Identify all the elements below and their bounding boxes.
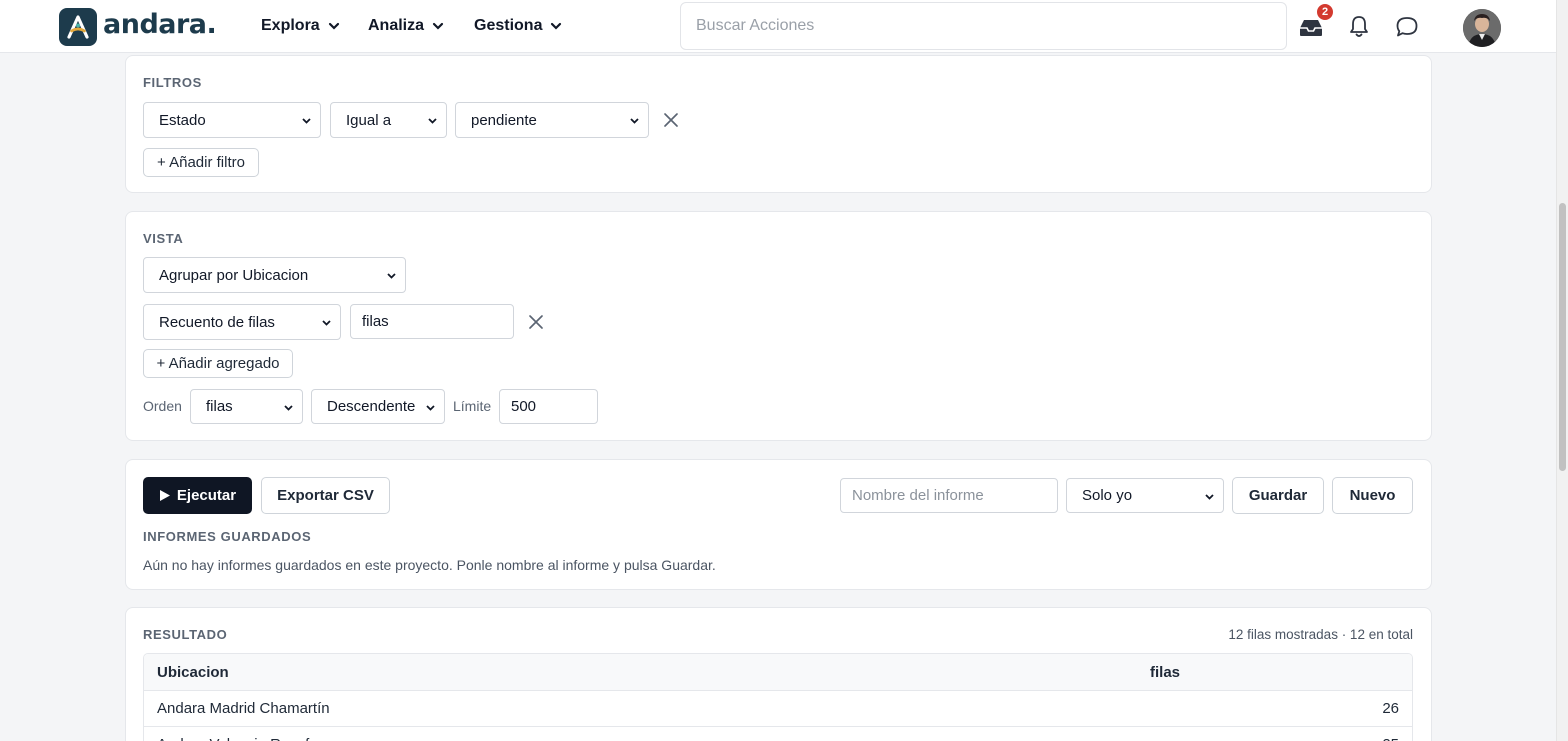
chevron-down-icon (328, 22, 339, 30)
aggregate-alias-input[interactable]: filas (350, 304, 514, 339)
nav-gestiona[interactable]: Gestiona (474, 17, 562, 35)
aggregate-select[interactable]: Recuento de filas (143, 304, 341, 340)
report-name-input[interactable]: Nombre del informe (840, 478, 1058, 513)
chevron-down-icon (432, 22, 444, 30)
page-scrollbar-thumb[interactable] (1559, 203, 1566, 471)
order-label: Orden (143, 398, 182, 414)
chevron-down-icon (322, 320, 331, 326)
nav-analiza-label: Analiza (368, 17, 425, 34)
chat-icon[interactable] (1393, 13, 1421, 41)
aggregate-alias-value: filas (362, 313, 389, 330)
inbox-count-badge: 2 (1316, 3, 1334, 21)
result-title: RESULTADO (143, 627, 228, 642)
chevron-down-icon (1205, 494, 1214, 500)
nav-analiza[interactable]: Analiza (368, 17, 444, 35)
cell-ubicacion: Andara Madrid Chamartín (157, 700, 330, 717)
nav-gestiona-label: Gestiona (474, 17, 543, 34)
new-button[interactable]: Nuevo (1332, 477, 1413, 514)
result-summary: 12 filas mostradas · 12 en total (1228, 627, 1413, 642)
filter-operator-value: Igual a (346, 111, 392, 129)
chevron-down-icon (426, 405, 435, 411)
nav-explora[interactable]: Explora (261, 17, 340, 35)
brand-name[interactable]: andara. (103, 9, 217, 40)
chevron-down-icon (302, 118, 311, 124)
filter-value-value: pendiente (471, 111, 537, 129)
export-csv-button[interactable]: Exportar CSV (261, 477, 390, 514)
actions-panel: Ejecutar Exportar CSV Nombre del informe… (125, 459, 1432, 590)
add-aggregate-button[interactable]: + Añadir agregado (143, 349, 293, 378)
limit-value: 500 (511, 398, 537, 415)
result-table: Ubicacion filas Andara Madrid Chamartín … (143, 653, 1413, 741)
table-row: Andara Madrid Chamartín 26 (144, 691, 1412, 727)
group-by-value: Agrupar por Ubicacion (159, 266, 309, 284)
limit-label: Límite (453, 398, 492, 414)
bell-icon[interactable] (1345, 13, 1373, 41)
view-title: VISTA (143, 231, 184, 246)
search-actions-input[interactable] (680, 2, 1287, 50)
run-button[interactable]: Ejecutar (143, 477, 252, 514)
run-button-label: Ejecutar (176, 487, 237, 504)
chevron-down-icon (551, 22, 562, 30)
add-filter-button[interactable]: + Añadir filtro (143, 148, 259, 177)
order-direction-select[interactable]: Descendente (311, 389, 445, 424)
chevron-down-icon (284, 405, 293, 411)
filters-title: FILTROS (143, 75, 202, 90)
visibility-select[interactable]: Solo yo (1066, 478, 1224, 513)
cell-filas: 26 (1382, 700, 1399, 717)
report-name-placeholder: Nombre del informe (852, 487, 984, 504)
table-row: Andara Valencia Ruzafa 25 (144, 727, 1412, 741)
aggregate-value: Recuento de filas (159, 313, 275, 331)
remove-filter-close-icon[interactable] (663, 112, 679, 128)
table-header-row: Ubicacion filas (144, 654, 1412, 691)
andara-logo-icon[interactable] (59, 8, 97, 46)
filter-field-select[interactable]: Estado (143, 102, 321, 138)
limit-input[interactable]: 500 (499, 389, 598, 424)
filter-field-value: Estado (159, 111, 206, 129)
filters-panel: FILTROS Estado Igual a pendiente + Añadi… (125, 55, 1432, 193)
view-panel: VISTA Agrupar por Ubicacion Recuento de … (125, 211, 1432, 441)
user-avatar[interactable] (1463, 9, 1501, 47)
play-icon (159, 490, 170, 501)
chevron-down-icon (387, 273, 396, 279)
filter-value-select[interactable]: pendiente (455, 102, 649, 138)
result-panel: RESULTADO 12 filas mostradas · 12 en tot… (125, 607, 1432, 741)
column-header-filas[interactable]: filas (1150, 654, 1180, 690)
order-direction-value: Descendente (327, 398, 416, 415)
save-button[interactable]: Guardar (1232, 477, 1324, 514)
nav-explora-label: Explora (261, 17, 320, 34)
order-field-value: filas (206, 398, 233, 415)
cell-ubicacion: Andara Valencia Ruzafa (157, 727, 318, 741)
saved-reports-title: INFORMES GUARDADOS (143, 529, 312, 544)
visibility-value: Solo yo (1082, 487, 1133, 504)
column-header-ubicacion[interactable]: Ubicacion (157, 654, 229, 690)
chevron-down-icon (428, 118, 437, 124)
filter-operator-select[interactable]: Igual a (330, 102, 447, 138)
remove-aggregate-close-icon[interactable] (528, 314, 544, 330)
group-by-select[interactable]: Agrupar por Ubicacion (143, 257, 406, 293)
saved-reports-empty-message: Aún no hay informes guardados en este pr… (143, 557, 716, 573)
order-field-select[interactable]: filas (190, 389, 303, 424)
chevron-down-icon (630, 118, 639, 124)
top-navigation-bar: andara. Explora Analiza Gestiona 2 (0, 0, 1556, 53)
cell-filas: 25 (1382, 727, 1399, 741)
